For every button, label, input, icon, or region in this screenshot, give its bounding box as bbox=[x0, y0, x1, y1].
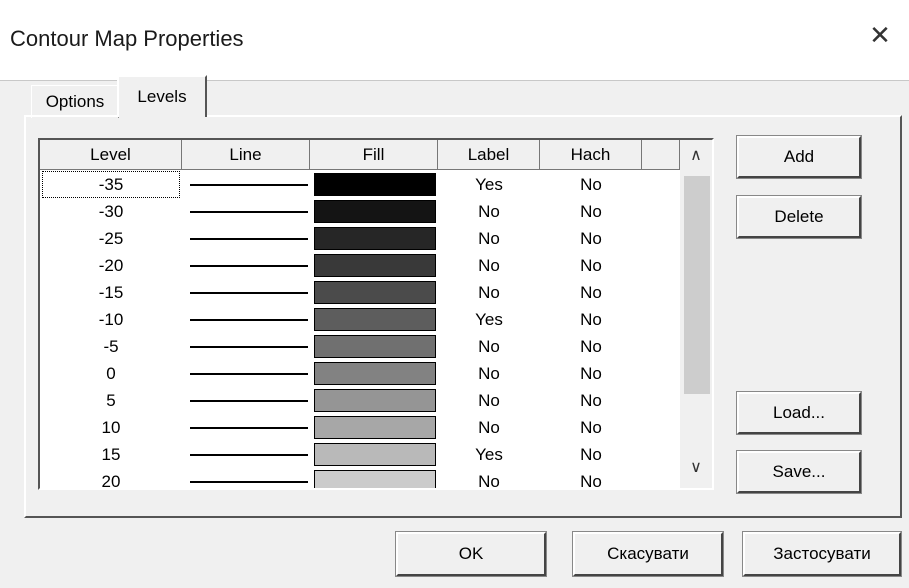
label-cell[interactable]: No bbox=[438, 414, 540, 441]
level-cell[interactable]: -15 bbox=[42, 279, 180, 306]
line-style-sample[interactable] bbox=[190, 346, 308, 348]
fill-swatch[interactable] bbox=[314, 173, 436, 196]
line-style-sample[interactable] bbox=[190, 265, 308, 267]
delete-button[interactable]: Delete bbox=[736, 195, 862, 239]
vertical-scrollbar[interactable]: ∧ ∨ bbox=[680, 140, 712, 488]
tab-levels[interactable]: Levels bbox=[117, 75, 207, 117]
title-bar: Contour Map Properties ✕ bbox=[0, 0, 909, 80]
level-cell[interactable]: 5 bbox=[42, 387, 180, 414]
table-row[interactable]: 0 No No bbox=[40, 360, 680, 387]
cancel-button[interactable]: Скасувати bbox=[572, 531, 724, 577]
fill-swatch[interactable] bbox=[314, 416, 436, 439]
hach-cell[interactable]: No bbox=[540, 198, 642, 225]
table-row[interactable]: -30 No No bbox=[40, 198, 680, 225]
table-row[interactable]: -15 No No bbox=[40, 279, 680, 306]
fill-swatch[interactable] bbox=[314, 281, 436, 304]
scroll-up-icon[interactable]: ∧ bbox=[680, 140, 712, 170]
hach-cell[interactable]: No bbox=[540, 387, 642, 414]
fill-swatch[interactable] bbox=[314, 335, 436, 358]
line-style-sample[interactable] bbox=[190, 184, 308, 186]
table-row[interactable]: -10 Yes No bbox=[40, 306, 680, 333]
label-cell[interactable]: Yes bbox=[438, 171, 540, 198]
apply-button[interactable]: Застосувати bbox=[742, 531, 902, 577]
hach-cell[interactable]: No bbox=[540, 252, 642, 279]
fill-swatch[interactable] bbox=[314, 308, 436, 331]
fill-swatch[interactable] bbox=[314, 443, 436, 466]
fill-swatch[interactable] bbox=[314, 362, 436, 385]
table-row[interactable]: 10 No No bbox=[40, 414, 680, 441]
label-cell[interactable]: No bbox=[438, 198, 540, 225]
label-cell[interactable]: Yes bbox=[438, 306, 540, 333]
hach-cell[interactable]: No bbox=[540, 360, 642, 387]
table-row[interactable]: -25 No No bbox=[40, 225, 680, 252]
label-cell[interactable]: No bbox=[438, 387, 540, 414]
header-level[interactable]: Level bbox=[40, 140, 182, 170]
line-style-sample[interactable] bbox=[190, 400, 308, 402]
label-cell[interactable]: Yes bbox=[438, 441, 540, 468]
table-row[interactable]: 15 Yes No bbox=[40, 441, 680, 468]
save-button[interactable]: Save... bbox=[736, 450, 862, 494]
line-style-sample[interactable] bbox=[190, 238, 308, 240]
close-icon[interactable]: ✕ bbox=[865, 20, 895, 50]
line-style-sample[interactable] bbox=[190, 454, 308, 456]
scroll-thumb[interactable] bbox=[684, 176, 710, 394]
hach-cell[interactable]: No bbox=[540, 306, 642, 333]
fill-swatch[interactable] bbox=[314, 389, 436, 412]
level-cell[interactable]: 10 bbox=[42, 414, 180, 441]
hach-cell[interactable]: No bbox=[540, 279, 642, 306]
line-style-sample[interactable] bbox=[190, 319, 308, 321]
tab-options[interactable]: Options bbox=[31, 85, 119, 118]
header-label[interactable]: Label bbox=[438, 140, 540, 170]
line-style-sample[interactable] bbox=[190, 292, 308, 294]
header-hach[interactable]: Hach bbox=[540, 140, 642, 170]
table-row[interactable]: -5 No No bbox=[40, 333, 680, 360]
table-row[interactable]: -35 Yes No bbox=[40, 171, 680, 198]
label-cell[interactable]: No bbox=[438, 279, 540, 306]
line-style-sample[interactable] bbox=[190, 481, 308, 483]
header-fill[interactable]: Fill bbox=[310, 140, 438, 170]
hach-cell[interactable]: No bbox=[540, 414, 642, 441]
label-cell[interactable]: No bbox=[438, 360, 540, 387]
table-row[interactable]: 20 No No bbox=[40, 468, 680, 489]
hach-cell[interactable]: No bbox=[540, 225, 642, 252]
level-cell[interactable]: -25 bbox=[42, 225, 180, 252]
hach-cell[interactable]: No bbox=[540, 333, 642, 360]
hach-cell[interactable]: No bbox=[540, 468, 642, 489]
label-cell[interactable]: No bbox=[438, 252, 540, 279]
level-cell[interactable]: -30 bbox=[42, 198, 180, 225]
line-style-sample[interactable] bbox=[190, 373, 308, 375]
level-cell[interactable]: 15 bbox=[42, 441, 180, 468]
fill-swatch[interactable] bbox=[314, 254, 436, 277]
level-cell[interactable]: -35 bbox=[42, 171, 180, 198]
window-title: Contour Map Properties bbox=[10, 26, 244, 51]
hach-cell[interactable]: No bbox=[540, 441, 642, 468]
fill-swatch[interactable] bbox=[314, 227, 436, 250]
add-button[interactable]: Add bbox=[736, 135, 862, 179]
header-spacer bbox=[642, 140, 680, 170]
level-cell[interactable]: -10 bbox=[42, 306, 180, 333]
table-row[interactable]: 5 No No bbox=[40, 387, 680, 414]
label-cell[interactable]: No bbox=[438, 333, 540, 360]
hach-cell[interactable]: No bbox=[540, 171, 642, 198]
line-style-sample[interactable] bbox=[190, 211, 308, 213]
label-cell[interactable]: No bbox=[438, 225, 540, 252]
scroll-down-icon[interactable]: ∨ bbox=[680, 452, 712, 482]
load-button[interactable]: Load... bbox=[736, 391, 862, 435]
ok-button[interactable]: OK bbox=[395, 531, 547, 577]
level-cell[interactable]: -20 bbox=[42, 252, 180, 279]
header-line[interactable]: Line bbox=[182, 140, 310, 170]
level-cell[interactable]: 0 bbox=[42, 360, 180, 387]
line-style-sample[interactable] bbox=[190, 427, 308, 429]
fill-swatch[interactable] bbox=[314, 200, 436, 223]
levels-grid[interactable]: Level Line Fill Label Hach -35 Yes No -30 No… bbox=[38, 138, 714, 490]
level-cell[interactable]: -5 bbox=[42, 333, 180, 360]
label-cell[interactable]: No bbox=[438, 468, 540, 489]
level-cell[interactable]: 20 bbox=[42, 468, 180, 489]
fill-swatch[interactable] bbox=[314, 470, 436, 488]
table-row[interactable]: -20 No No bbox=[40, 252, 680, 279]
